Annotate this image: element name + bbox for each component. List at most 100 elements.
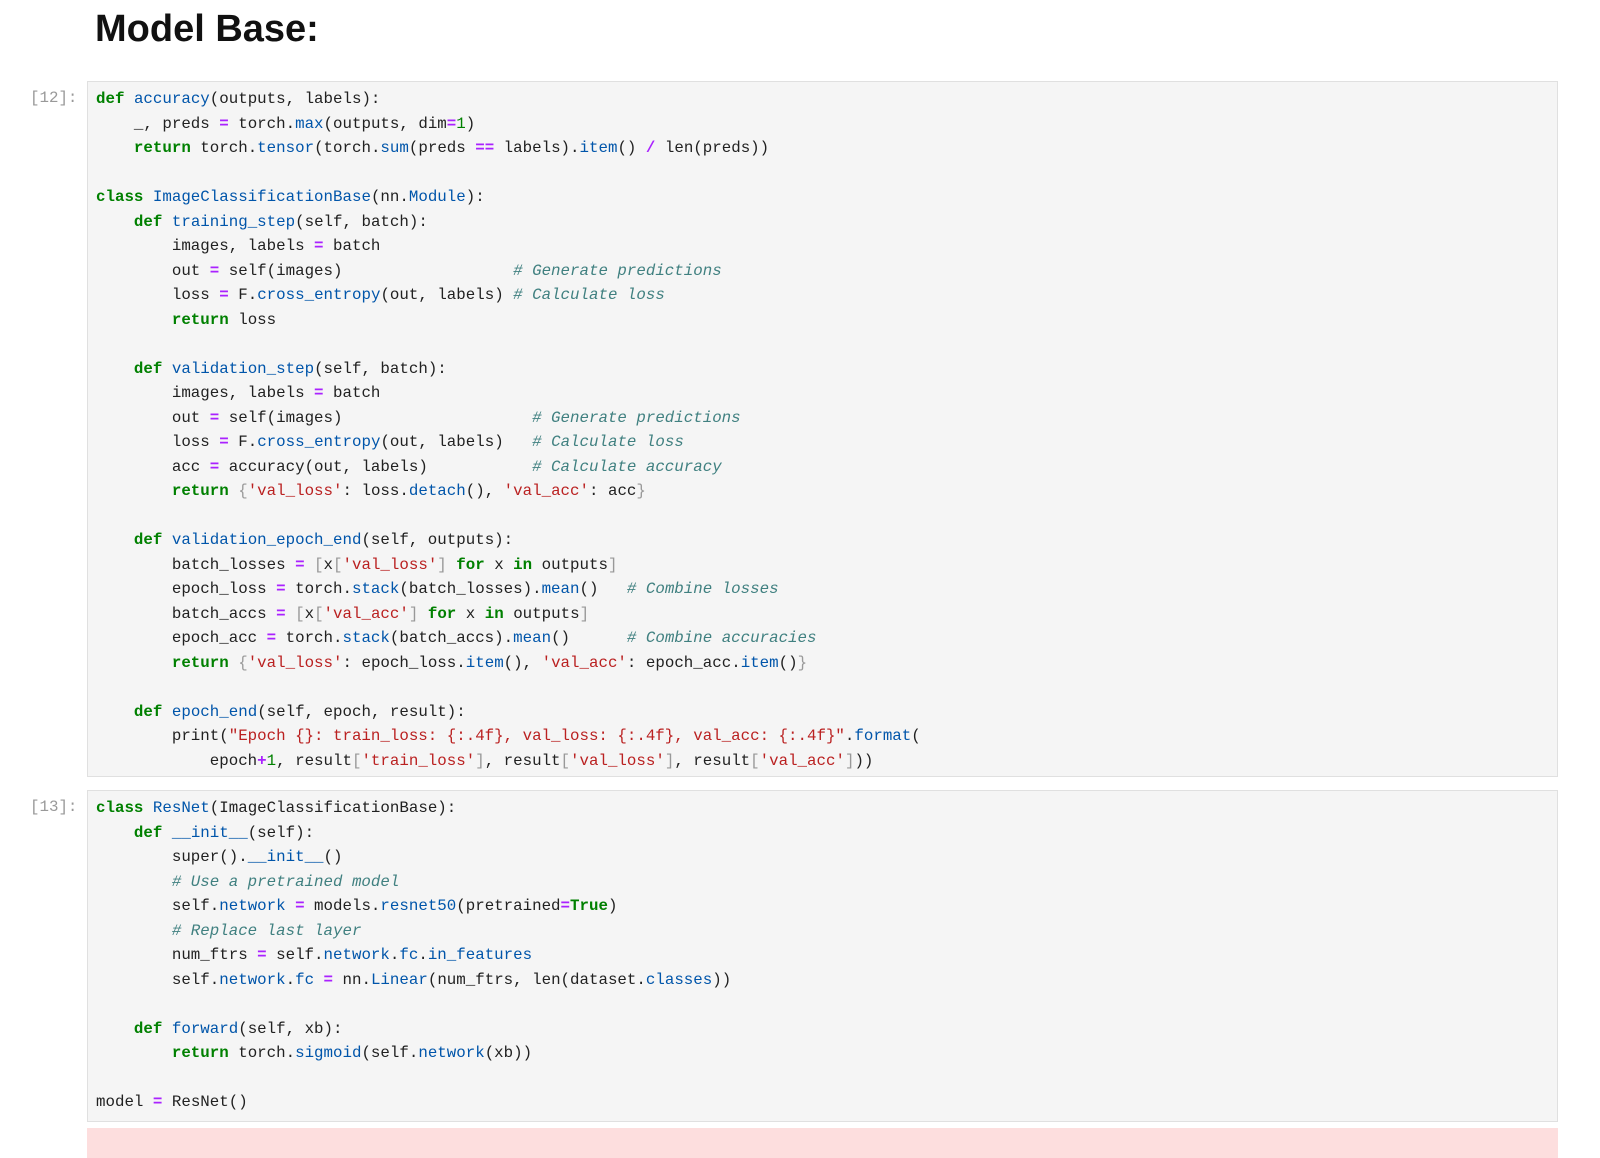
code-line: class ImageClassificationBase(nn.Module)…: [96, 185, 1549, 210]
token-code-text: acc: [96, 457, 210, 476]
code-line: return {'val_loss': loss.detach(), 'val_…: [96, 479, 1549, 504]
token-name: ResNet: [152, 799, 210, 817]
token-keyword: class: [96, 188, 144, 206]
token-bracket: }: [797, 653, 808, 672]
token-code-text: torch.: [190, 139, 258, 157]
token-code-text: .: [285, 970, 296, 989]
code-line: # Replace last layer: [96, 919, 1549, 944]
token-string: 'val_loss': [247, 653, 343, 672]
token-code-text: [162, 213, 171, 231]
token-string: 'val_loss': [570, 751, 665, 770]
token-code-text: [96, 703, 134, 721]
code-editor[interactable]: class ResNet(ImageClassificationBase): d…: [87, 790, 1558, 1122]
token-keyword: True: [570, 897, 608, 915]
token-string: 'val_loss': [247, 482, 343, 500]
token-bracket: {: [238, 482, 248, 500]
code-content[interactable]: class ResNet(ImageClassificationBase): d…: [88, 791, 1557, 1120]
token-code-text: epoch: [96, 751, 258, 770]
token-code-text: (self, batch):: [314, 359, 447, 378]
token-keyword: def: [133, 531, 163, 549]
token-name: epoch_end: [171, 702, 258, 721]
token-name: item: [740, 653, 779, 672]
token-code-text: [96, 1020, 134, 1038]
token-name: Linear: [370, 970, 428, 989]
token-operator: =: [276, 580, 286, 598]
token-name: item: [579, 139, 618, 157]
token-bracket: ]: [607, 555, 618, 574]
token-keyword: def: [133, 702, 163, 721]
token-code-text: x: [304, 604, 315, 623]
code-line: def epoch_end(self, epoch, result):: [96, 700, 1549, 725]
token-bracket: ]: [664, 751, 675, 770]
token-name: in_features: [427, 946, 533, 964]
token-code-text: [314, 971, 323, 989]
code-line: out = self(images) # Generate prediction…: [96, 259, 1549, 284]
token-code-text: loss: [96, 433, 220, 451]
token-code-text: (num_ftrs, len(dataset.: [427, 970, 646, 989]
token-code-text: [96, 824, 134, 842]
token-name: cross_entropy: [257, 286, 381, 304]
token-keyword: in: [513, 555, 533, 574]
token-operator: =: [266, 629, 277, 647]
token-keyword: class: [96, 799, 144, 817]
token-code-text: (): [323, 848, 343, 866]
token-keyword: return: [171, 1044, 229, 1062]
token-code-text: accuracy(out, labels): [219, 457, 533, 476]
code-line: images, labels = batch: [96, 234, 1549, 259]
token-name: format: [854, 727, 912, 745]
token-code-text: super().: [96, 848, 248, 866]
token-comment: # Combine losses: [626, 580, 779, 598]
token-name: sigmoid: [295, 1044, 362, 1062]
code-line: self.network.fc = nn.Linear(num_ftrs, le…: [96, 968, 1549, 993]
code-line: super().__init__(): [96, 845, 1549, 870]
token-bracket: [: [314, 555, 324, 574]
code-line: class ResNet(ImageClassificationBase):: [96, 796, 1549, 821]
token-comment: # Calculate loss: [532, 433, 684, 451]
code-line: num_ftrs = self.network.fc.in_features: [96, 943, 1549, 968]
token-code-text: [96, 360, 134, 378]
token-code-text: epoch_loss: [96, 580, 277, 598]
token-code-text: [143, 799, 152, 817]
token-code-text: x: [323, 555, 334, 574]
token-operator: =: [219, 433, 229, 451]
token-code-text: len(preds)): [655, 139, 770, 157]
token-code-text: [96, 922, 172, 940]
token-comment: # Calculate accuracy: [532, 457, 722, 476]
token-string: 'val_acc': [323, 604, 409, 623]
code-line: epoch_loss = torch.stack(batch_losses).m…: [96, 577, 1549, 602]
code-editor[interactable]: def accuracy(outputs, labels): _, preds …: [87, 81, 1558, 777]
code-line: return torch.sigmoid(self.network(xb)): [96, 1041, 1549, 1066]
token-code-text: [305, 556, 314, 574]
token-bracket: ]: [408, 604, 419, 623]
code-line: acc = accuracy(out, labels) # Calculate …: [96, 455, 1549, 480]
token-name: fc: [295, 970, 315, 989]
token-keyword: def: [133, 823, 163, 842]
token-code-text: self(images): [219, 261, 514, 280]
token-code-text: (xb)): [484, 1044, 533, 1062]
token-comment: # Generate predictions: [532, 408, 741, 427]
token-name: resnet50: [380, 897, 457, 915]
token-keyword: return: [171, 310, 229, 329]
token-code-text: [447, 556, 456, 574]
token-operator: =: [314, 237, 324, 255]
token-code-text: batch_losses: [96, 555, 296, 574]
token-code-text: models.: [304, 897, 381, 915]
token-code-text: ):: [465, 188, 485, 206]
token-code-text: (self, outputs):: [361, 531, 514, 549]
token-code-text: self.: [266, 946, 324, 964]
token-operator: =: [219, 114, 229, 133]
token-code-text: : epoch_loss.: [342, 653, 466, 672]
token-comment: # Combine accuracies: [626, 629, 817, 647]
token-code-text: , result: [674, 751, 751, 770]
token-code-text: (outputs, labels):: [209, 90, 381, 108]
code-content[interactable]: def accuracy(outputs, labels): _, preds …: [88, 82, 1557, 778]
token-number: 1: [456, 114, 466, 133]
token-code-text: ): [607, 897, 618, 915]
token-code-text: : acc: [589, 482, 637, 500]
token-keyword: def: [96, 90, 125, 108]
token-operator: =: [560, 897, 571, 915]
token-string: 'train_loss': [361, 751, 476, 770]
token-name: cross_entropy: [257, 433, 381, 451]
